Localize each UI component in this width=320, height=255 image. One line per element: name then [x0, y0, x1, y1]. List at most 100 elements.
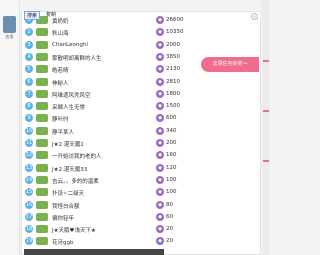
coin-icon: ◆	[156, 114, 164, 123]
list-item[interactable]: 8 采撷人生无常 ◆ 1500	[22, 100, 260, 112]
user-score: 10350	[166, 29, 184, 36]
coin-icon: ◆	[156, 139, 164, 147]
user-score: 100	[166, 176, 177, 183]
user-name[interactable]: 秋山海	[52, 29, 69, 37]
rank-badge: 17	[25, 212, 33, 221]
rank-badge: 16	[25, 200, 33, 209]
level-badge	[36, 126, 48, 135]
list-item[interactable]: 13 J★2.湛天魔33 ◆ 120	[22, 162, 260, 174]
list-item[interactable]: 6 神秘人 ◆ 2810	[22, 76, 260, 88]
list-item[interactable]: 7 阿维遗风秃风空 ◆ 1800	[22, 88, 260, 100]
user-score: 200	[166, 140, 177, 146]
user-score: 100	[166, 189, 177, 196]
coin-icon: ◆	[156, 175, 164, 184]
left-sidebar: 应用	[0, 0, 20, 255]
coin-icon: ◆	[156, 52, 164, 61]
user-score: 120	[166, 164, 177, 171]
list-item[interactable]: 9 静叶时 ◆ 600	[22, 112, 260, 124]
list-item[interactable]: 3 ChanLeonghl ◆ 2000	[22, 39, 260, 51]
rank-badge: 18	[25, 225, 33, 234]
rank-badge: 6	[25, 77, 33, 86]
user-name[interactable]: 吉云。。多的的温柔	[52, 177, 99, 185]
level-badge	[36, 52, 48, 61]
user-name[interactable]: 扑设✧二级天	[52, 189, 84, 197]
level-badge	[36, 114, 48, 123]
user-name[interactable]: J★2.湛天魔1	[52, 140, 84, 148]
ranking-panel: × 1 黄奶奶 ◆ 26600 2 秋山海 ◆ 10350 3 ChanLeonghl ◆ 2000 4…	[21, 11, 261, 255]
coin-icon: ◆	[156, 188, 164, 197]
list-item[interactable]: 1 黄奶奶 ◆ 26600	[22, 14, 260, 26]
level-badge	[36, 139, 48, 147]
user-name[interactable]: 一开始访我的老的人	[52, 152, 102, 160]
list-item[interactable]: 18 J★天鹅♥浅天下★ ◆ 20	[22, 223, 260, 235]
rank-badge: 4	[25, 52, 33, 61]
list-item[interactable]: 14 吉云。。多的的温柔 ◆ 100	[22, 174, 260, 186]
coin-icon: ◆	[156, 200, 164, 209]
user-score: 26600	[166, 17, 184, 23]
user-name[interactable]: 我怪白合额	[52, 202, 80, 210]
rank-badge: 2	[25, 28, 33, 37]
coin-icon: ◆	[156, 89, 164, 98]
rank-badge: 3	[25, 40, 33, 49]
user-name[interactable]: 静平某人	[52, 128, 74, 136]
app-icon[interactable]: 应用	[3, 16, 16, 39]
level-badge	[36, 212, 48, 221]
level-badge	[36, 89, 48, 98]
rank-badge: 8	[25, 102, 33, 111]
list-item[interactable]: 17 偏你轻年 ◆ 60	[22, 211, 260, 223]
bottom-bar	[24, 249, 164, 255]
list-item[interactable]: 15 扑设✧二级天 ◆ 100	[22, 186, 260, 198]
user-score: 20	[166, 238, 173, 245]
user-score: 600	[166, 115, 177, 122]
coin-icon: ◆	[156, 16, 164, 24]
level-badge	[36, 188, 48, 197]
search-menu-item[interactable]: 搜索	[24, 11, 41, 20]
level-badge	[36, 151, 48, 160]
user-name[interactable]: 花牙ggb	[52, 238, 73, 246]
copy-menu-item[interactable]: 复制	[46, 11, 56, 20]
list-item[interactable]: 11 J★2.湛天魔1 ◆ 200	[22, 137, 260, 149]
user-name[interactable]: 阿维遗风秃风空	[52, 91, 91, 99]
rank-badge: 5	[25, 65, 33, 74]
rank-badge: 19	[25, 237, 33, 246]
rank-badge: 11	[25, 139, 33, 147]
user-name[interactable]: 静叶时	[52, 115, 69, 123]
user-score: 340	[166, 127, 177, 134]
level-badge	[36, 175, 48, 184]
user-name[interactable]: J★2.湛天魔33	[52, 165, 87, 173]
user-name[interactable]: 皓若晴	[52, 66, 69, 74]
level-badge	[36, 225, 48, 234]
context-menu: 搜索 复制	[24, 11, 56, 20]
user-name[interactable]: 雾散明却离群的人生	[52, 54, 102, 62]
list-item[interactable]: 12 一开始访我的老的人 ◆ 160	[22, 149, 260, 161]
coin-icon: ◆	[156, 65, 164, 74]
coin-icon: ◆	[156, 28, 164, 37]
user-name[interactable]: 采撷人生无常	[52, 103, 85, 111]
user-score: 160	[166, 152, 177, 159]
coin-icon: ◆	[156, 151, 164, 160]
rank-badge: 10	[25, 126, 33, 135]
user-name[interactable]: J★天鹅♥浅天下★	[52, 226, 96, 234]
user-name[interactable]: ChanLeonghl	[52, 42, 88, 48]
user-score: 1800	[166, 90, 180, 97]
coin-icon: ◆	[156, 163, 164, 172]
user-score: 2810	[166, 78, 180, 85]
coin-icon: ◆	[156, 126, 164, 135]
level-badge	[36, 28, 48, 37]
coin-icon: ◆	[156, 40, 164, 49]
user-name[interactable]: 神秘人	[52, 79, 69, 87]
level-badge	[36, 77, 48, 86]
promo-tab[interactable]: 去领任务的奖～	[201, 57, 259, 72]
list-item[interactable]: 2 秋山海 ◆ 10350	[22, 26, 260, 38]
user-score: 1500	[166, 103, 180, 110]
level-badge	[36, 200, 48, 209]
user-score: 80	[166, 201, 173, 208]
list-item[interactable]: 19 花牙ggb ◆ 20	[22, 235, 260, 247]
list-item[interactable]: 16 我怪白合额 ◆ 80	[22, 199, 260, 211]
user-score: 20	[166, 226, 173, 233]
level-badge	[36, 102, 48, 111]
user-score: 60	[166, 213, 173, 220]
user-name[interactable]: 偏你轻年	[52, 214, 74, 222]
level-badge	[36, 237, 48, 246]
list-item[interactable]: 10 静平某人 ◆ 340	[22, 125, 260, 137]
